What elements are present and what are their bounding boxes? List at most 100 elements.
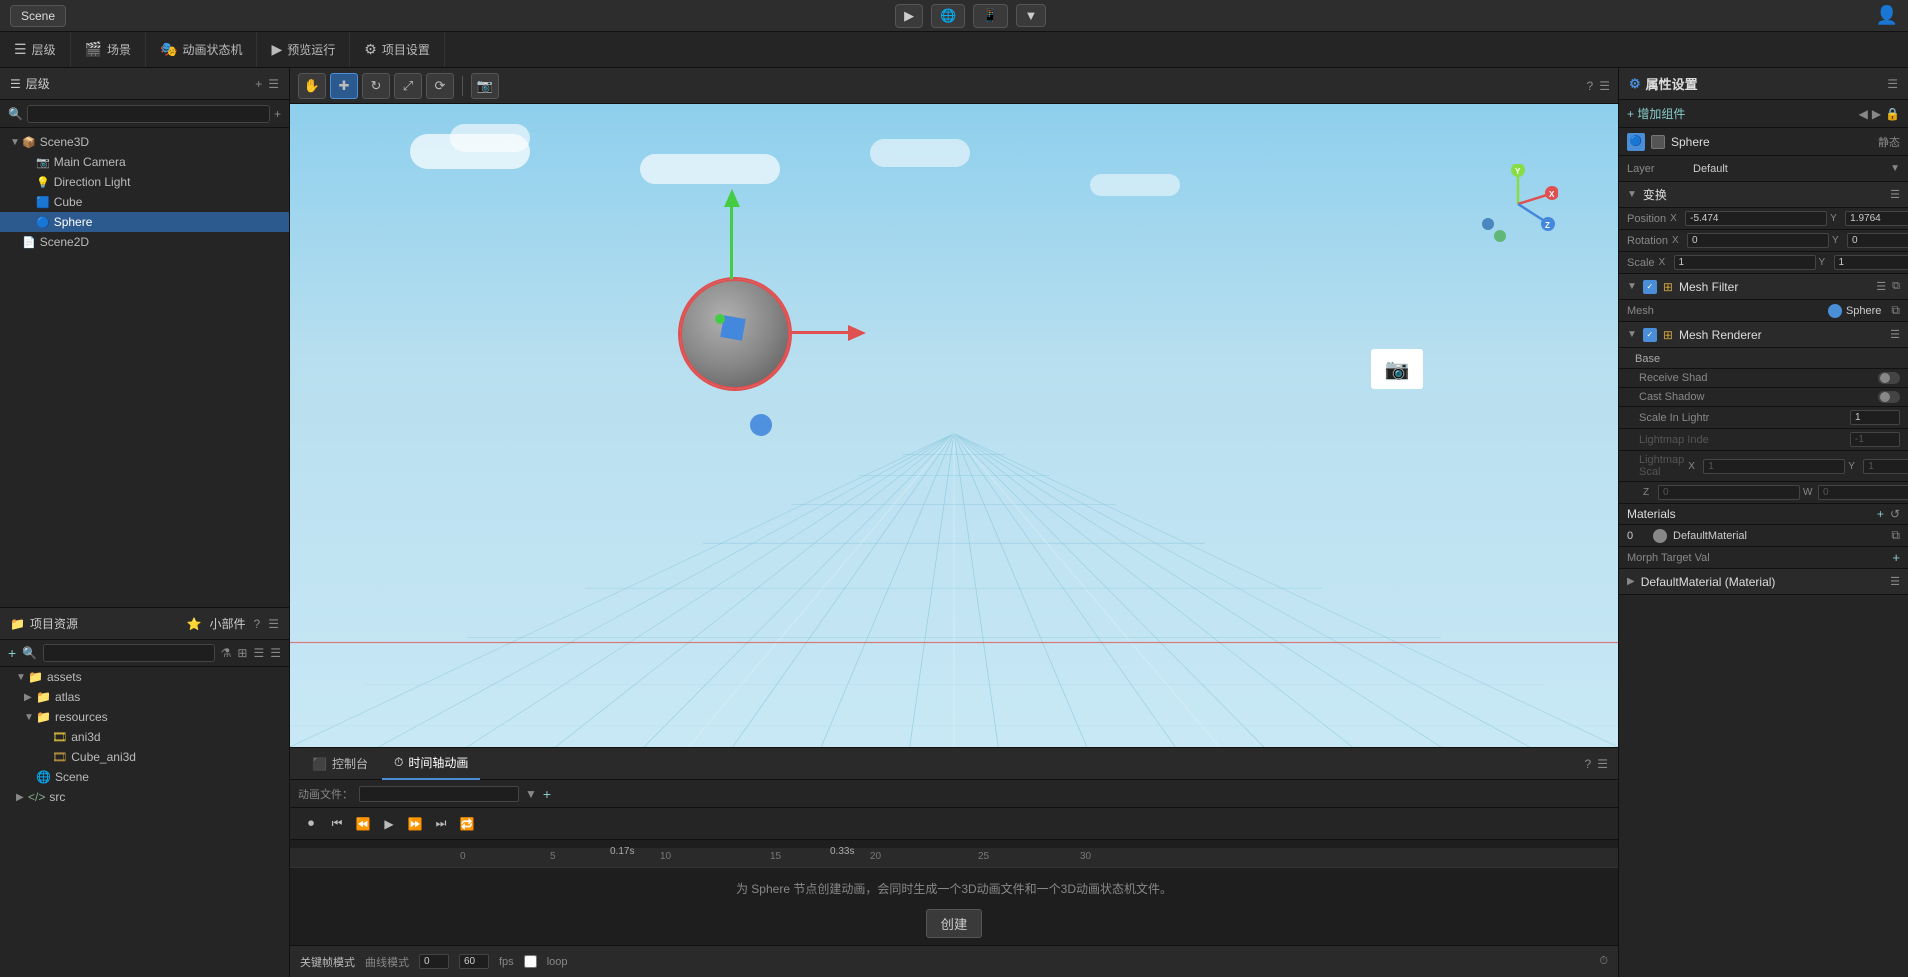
keyframe-mode-label[interactable]: 关键帧模式: [300, 954, 355, 970]
assets-help-icon[interactable]: ?: [254, 617, 261, 631]
asset-item-resources[interactable]: ▼ 📁 resources: [0, 707, 289, 727]
tool-transform[interactable]: ⟳: [426, 73, 454, 99]
tool-move[interactable]: ✚: [330, 73, 358, 99]
anim-help-icon[interactable]: ?: [1585, 757, 1592, 771]
assets-more-icon[interactable]: ☰: [270, 646, 281, 660]
btn-next-frame[interactable]: ⏩: [404, 813, 426, 835]
anim-create-button[interactable]: 创建: [926, 909, 983, 938]
ls-w-input[interactable]: [1818, 485, 1908, 500]
globe-button[interactable]: 🌐: [931, 4, 965, 28]
mesh-filter-copy-icon[interactable]: ⧉: [1892, 280, 1900, 293]
tool-rotate[interactable]: ↻: [362, 73, 390, 99]
camera-object-3d[interactable]: 📷: [1371, 349, 1423, 389]
assets-search-input[interactable]: [43, 644, 215, 662]
mesh-renderer-menu[interactable]: ☰: [1890, 328, 1900, 341]
rot-y-input[interactable]: [1847, 233, 1908, 248]
mesh-filter-menu[interactable]: ☰: [1876, 280, 1886, 293]
pos-y-input[interactable]: [1845, 211, 1908, 226]
rot-x-input[interactable]: [1687, 233, 1829, 248]
scene-tab[interactable]: Scene: [10, 5, 66, 27]
asset-item-scene[interactable]: 🌐 Scene: [0, 767, 289, 787]
help-icon[interactable]: ?: [1587, 79, 1594, 93]
dropdown-button[interactable]: ▼: [1016, 4, 1047, 27]
asset-item-atlas[interactable]: ▶ 📁 atlas: [0, 687, 289, 707]
cast-shadow-toggle[interactable]: [1878, 391, 1900, 403]
anim-file-dropdown[interactable]: ▼: [525, 787, 537, 801]
gizmo[interactable]: Y X Z: [1478, 164, 1558, 244]
nav-prev-btn[interactable]: ◀: [1859, 107, 1868, 121]
mat-edit-icon[interactable]: ⧉: [1891, 528, 1900, 543]
nav-next-btn[interactable]: ▶: [1872, 107, 1881, 121]
tool-scale[interactable]: ⤢: [394, 73, 422, 99]
assets-menu-icon[interactable]: ☰: [268, 617, 279, 631]
ls-x-input[interactable]: [1703, 459, 1845, 474]
asset-item-ani3d[interactable]: 🎞 ani3d: [0, 727, 289, 747]
btn-record[interactable]: ⏺: [300, 813, 322, 835]
mesh-renderer-section-header[interactable]: ▼ ✓ ⊞ Mesh Renderer ☰: [1619, 322, 1908, 348]
footer-frame-input[interactable]: [459, 954, 489, 969]
materials-add-btn[interactable]: +: [1877, 507, 1884, 521]
scale-y-input[interactable]: [1834, 255, 1908, 270]
tab-timeline[interactable]: ⏱ 时间轴动画: [382, 748, 480, 780]
pos-x-input[interactable]: [1685, 211, 1827, 226]
receive-shadow-toggle[interactable]: [1878, 372, 1900, 384]
tree-item-scene2d[interactable]: 📄 Scene2D: [0, 232, 289, 252]
lock-icon[interactable]: 🔒: [1885, 107, 1900, 121]
tool-camera[interactable]: 📷: [471, 73, 499, 99]
tree-item-direction-light[interactable]: 💡 Direction Light: [0, 172, 289, 192]
ls-z-input[interactable]: [1658, 485, 1800, 500]
loop-checkbox[interactable]: [524, 955, 537, 968]
btn-prev-frame[interactable]: ⏪: [352, 813, 374, 835]
btn-end[interactable]: ⏭: [430, 813, 452, 835]
curve-mode-label[interactable]: 曲线模式: [365, 954, 409, 970]
hierarchy-add-icon[interactable]: +: [255, 77, 262, 91]
morph-add-btn[interactable]: +: [1892, 550, 1900, 565]
sphere-object[interactable]: [680, 279, 790, 389]
add-node-icon[interactable]: +: [274, 107, 281, 121]
object-active-checkbox[interactable]: [1651, 135, 1665, 149]
mobile-button[interactable]: 📱: [973, 4, 1007, 28]
mesh-filter-section-header[interactable]: ▼ ✓ ⊞ Mesh Filter ☰ ⧉: [1619, 274, 1908, 300]
btn-loop[interactable]: 🔁: [456, 813, 478, 835]
anim-menu-icon[interactable]: ☰: [1597, 757, 1608, 771]
menu-scene[interactable]: 🎬 场景: [71, 32, 146, 67]
ls-y-input[interactable]: [1863, 459, 1908, 474]
mesh-filter-check[interactable]: ✓: [1643, 280, 1657, 294]
tool-hand[interactable]: ✋: [298, 73, 326, 99]
menu-animation-state[interactable]: 🎭 动画状态机: [146, 32, 257, 67]
assets-filter-icon[interactable]: ⚗: [221, 646, 232, 660]
menu-preview[interactable]: ▶ 预览运行: [257, 32, 350, 67]
assets-add-icon[interactable]: +: [8, 645, 16, 661]
asset-item-cube-ani3d[interactable]: 🎞 Cube_ani3d: [0, 747, 289, 767]
transform-section-header[interactable]: ▼ 变换 ☰: [1619, 182, 1908, 208]
assets-list-icon[interactable]: ☰: [253, 646, 264, 660]
asset-item-src[interactable]: ▶ </> src: [0, 787, 289, 807]
transform-menu[interactable]: ☰: [1890, 188, 1900, 201]
hierarchy-search-input[interactable]: [27, 105, 270, 123]
lightmap-index-input[interactable]: [1850, 432, 1900, 447]
user-icon[interactable]: 👤: [1876, 5, 1898, 26]
footer-clock-icon[interactable]: ⏱: [1599, 955, 1608, 968]
footer-time-input[interactable]: [419, 954, 449, 969]
scene-viewport[interactable]: 📷 Y X Z: [290, 104, 1618, 747]
menu-hierarchy[interactable]: ☰ 层级: [0, 32, 71, 67]
menu-settings[interactable]: ⚙ 项目设置: [350, 32, 445, 67]
prop-menu-icon[interactable]: ☰: [1887, 77, 1898, 91]
scale-lightmap-input[interactable]: [1850, 410, 1900, 425]
btn-play[interactable]: ▶: [378, 813, 400, 835]
tree-item-cube[interactable]: 🟦 Cube: [0, 192, 289, 212]
tab-console[interactable]: ⬛ 控制台: [300, 748, 380, 780]
default-material-section-header[interactable]: ▶ DefaultMaterial (Material) ☰: [1619, 569, 1908, 595]
asset-item-assets[interactable]: ▼ 📁 assets: [0, 667, 289, 687]
play-button[interactable]: ▶: [895, 4, 923, 28]
tree-item-main-camera[interactable]: 📷 Main Camera: [0, 152, 289, 172]
assets-grid-icon[interactable]: ⊞: [237, 646, 247, 660]
add-component-button[interactable]: + 增加组件: [1627, 105, 1685, 122]
scale-x-input[interactable]: [1674, 255, 1816, 270]
anim-file-add[interactable]: +: [543, 786, 551, 802]
tree-item-sphere[interactable]: 🔵 Sphere: [0, 212, 289, 232]
hierarchy-menu-icon[interactable]: ☰: [268, 77, 279, 91]
default-material-menu[interactable]: ☰: [1890, 575, 1900, 588]
btn-start[interactable]: ⏮: [326, 813, 348, 835]
layer-dropdown-icon[interactable]: ▼: [1890, 163, 1900, 174]
